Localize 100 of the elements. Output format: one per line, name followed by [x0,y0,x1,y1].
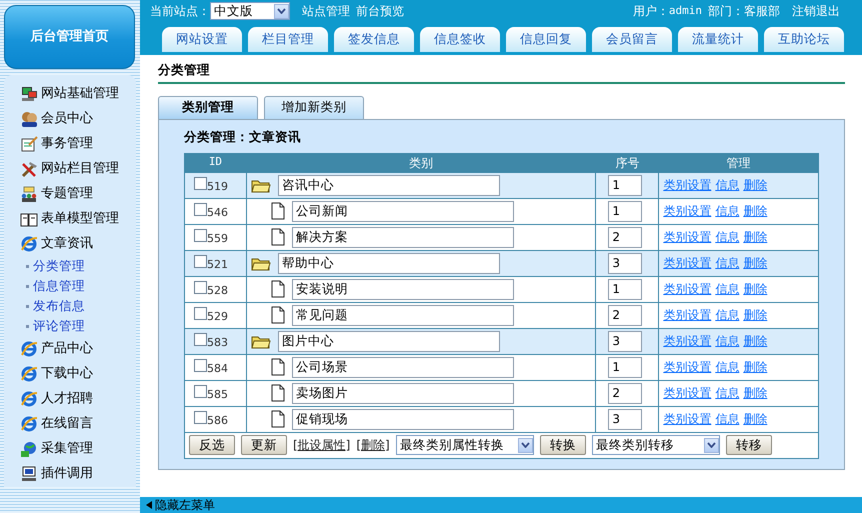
action-link[interactable]: 删除 [743,282,768,296]
order-field[interactable]: 3 [608,252,642,274]
sidebar-item[interactable]: 采集管理 [20,436,136,461]
name-field[interactable]: 公司场景 [292,356,514,378]
sidebar-item[interactable]: 网站基础管理 [20,81,136,106]
action-link[interactable]: 信息 [715,360,740,374]
action-link[interactable]: 类别设置 [663,282,712,296]
action-link[interactable]: 删除 [743,412,768,426]
submenu-link[interactable]: 评论管理 [20,316,136,336]
sidebar-item[interactable]: 产品中心 [20,336,136,361]
action-link[interactable]: 删除 [743,308,768,322]
action-link[interactable]: 信息 [715,204,740,218]
id-text: 546 [207,206,228,220]
nav-tab[interactable]: 信息回复 [506,27,586,52]
action-link[interactable]: 类别设置 [663,412,712,426]
row-checkbox[interactable] [194,359,207,372]
action-link[interactable]: 信息 [715,334,740,348]
action-link[interactable]: 类别设置 [663,334,712,348]
sidebar-item[interactable]: 下载中心 [20,361,136,386]
sidebar-item[interactable]: 会员中心 [20,106,136,131]
action-link[interactable]: 类别设置 [663,308,712,322]
nav-tab[interactable]: 签发信息 [334,27,414,52]
sidebar-item[interactable]: 专题管理 [20,181,136,206]
left-arrow-icon [146,501,152,509]
order-field[interactable]: 1 [608,356,642,378]
submenu-link[interactable]: 分类管理 [20,256,136,276]
action-link[interactable]: 类别设置 [663,256,712,270]
row-checkbox[interactable] [194,281,207,294]
action-link[interactable]: 删除 [743,204,768,218]
action-link[interactable]: 信息 [715,256,740,270]
site-select[interactable]: 中文版 [210,2,290,20]
action-button[interactable]: 更新 [241,435,287,455]
hide-menu-toggle[interactable]: 隐藏左菜单 [146,496,215,513]
sidebar-item[interactable]: 插件调用 [20,461,136,486]
action-link[interactable]: 信息 [715,386,740,400]
bracket-link[interactable]: [批设属性] [293,436,350,454]
action-button[interactable]: 转换 [540,435,586,455]
action-link[interactable]: 删除 [743,256,768,270]
action-link[interactable]: 信息 [715,178,740,192]
order-field[interactable]: 1 [608,278,642,300]
row-checkbox[interactable] [194,333,207,346]
name-field[interactable]: 促销现场 [292,408,514,430]
order-field[interactable]: 3 [608,330,642,352]
row-checkbox[interactable] [194,229,207,242]
action-link[interactable]: 类别设置 [663,178,712,192]
order-field[interactable]: 2 [608,382,642,404]
sidebar-item[interactable]: 事务管理 [20,131,136,156]
action-button[interactable]: 转移 [726,435,772,455]
sidebar-item[interactable]: 文章资讯 [20,231,136,256]
row-checkbox[interactable] [194,307,207,320]
sidebar-item[interactable]: 人才招聘 [20,386,136,411]
sidebar-item[interactable]: 在线留言 [20,411,136,436]
name-field[interactable]: 解决方案 [292,226,514,248]
order-field[interactable]: 1 [608,174,642,196]
name-field[interactable]: 常见问题 [292,304,514,326]
action-link[interactable]: 删除 [743,334,768,348]
sidebar-item[interactable]: 网站栏目管理 [20,156,136,181]
action-link[interactable]: 类别设置 [663,230,712,244]
dropdown-select[interactable]: 最终类别属性转换 [396,435,534,455]
action-link[interactable]: 信息 [715,230,740,244]
sub-tab[interactable]: 增加新类别 [264,96,364,119]
sub-tab[interactable]: 类别管理 [158,96,258,119]
action-link[interactable]: 删除 [743,360,768,374]
name-field[interactable]: 图片中心 [278,330,500,352]
nav-tab[interactable]: 会员留言 [592,27,672,52]
nav-tab[interactable]: 流量统计 [678,27,758,52]
order-field[interactable]: 3 [608,408,642,430]
name-field[interactable]: 公司新闻 [292,200,514,222]
row-checkbox[interactable] [194,385,207,398]
action-link[interactable]: 类别设置 [663,386,712,400]
nav-tab[interactable]: 互助论坛 [764,27,844,52]
column-header: 序号 [596,153,659,172]
action-link[interactable]: 类别设置 [663,204,712,218]
action-link[interactable]: 删除 [743,230,768,244]
bracket-link[interactable]: [删除] [356,436,390,454]
action-link[interactable]: 信息 [715,412,740,426]
action-link[interactable]: 信息 [715,308,740,322]
nav-tab[interactable]: 栏目管理 [248,27,328,52]
name-field[interactable]: 咨讯中心 [278,174,500,196]
nav-tab[interactable]: 信息签收 [420,27,500,52]
action-link[interactable]: 删除 [743,386,768,400]
name-field[interactable]: 卖场图片 [292,382,514,404]
name-field[interactable]: 帮助中心 [278,252,500,274]
action-button[interactable]: 反选 [189,435,235,455]
sidebar-item[interactable]: 表单模型管理 [20,206,136,231]
order-field[interactable]: 2 [608,304,642,326]
row-checkbox[interactable] [194,177,207,190]
submenu-link[interactable]: 发布信息 [20,296,136,316]
row-checkbox[interactable] [194,411,207,424]
dropdown-select[interactable]: 最终类别转移 [592,435,720,455]
order-field[interactable]: 2 [608,226,642,248]
name-field[interactable]: 安装说明 [292,278,514,300]
action-link[interactable]: 类别设置 [663,360,712,374]
row-checkbox[interactable] [194,255,207,268]
submenu-link[interactable]: 信息管理 [20,276,136,296]
action-link[interactable]: 信息 [715,282,740,296]
order-field[interactable]: 1 [608,200,642,222]
nav-tab[interactable]: 网站设置 [162,27,242,52]
row-checkbox[interactable] [194,203,207,216]
action-link[interactable]: 删除 [743,178,768,192]
